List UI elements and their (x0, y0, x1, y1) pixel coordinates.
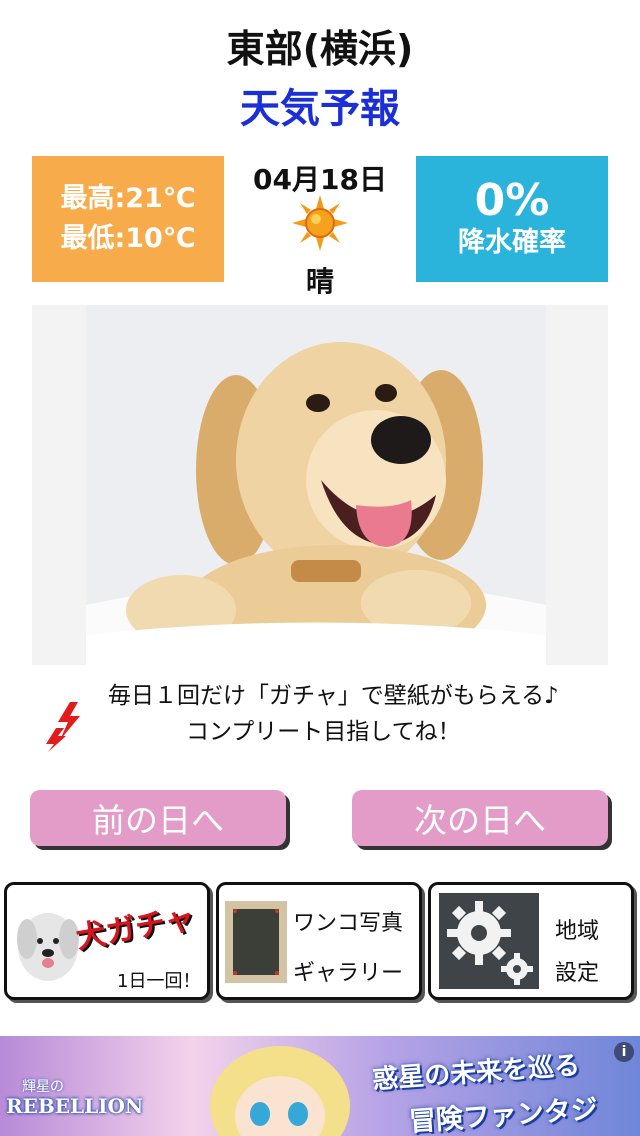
precip-value: 0% (474, 175, 550, 226)
sun-icon (292, 195, 348, 251)
forecast-date: 04月18日 (253, 163, 387, 196)
region-title: 東部(横浜) (226, 27, 414, 71)
gallery-label-line1: ワンコ写真 (293, 911, 404, 936)
temperature-box: 最高:21℃ 最低:10℃ (32, 156, 224, 282)
gacha-subtitle: 1日一回！ (117, 971, 201, 992)
region-label-line1: 地域 (555, 919, 600, 944)
weather-condition: 晴 (305, 265, 334, 298)
next-day-button[interactable]: 次の日へ (352, 790, 608, 846)
ad-logo-prefix: 輝星の (22, 1079, 64, 1095)
gear-icon (439, 893, 539, 989)
dog-gacha-button[interactable]: 犬ガチャ 1日一回！ (4, 882, 210, 1000)
low-temp: 最低:10℃ (60, 223, 196, 254)
high-temp: 最高:21℃ (60, 183, 196, 214)
precipitation-box: 0% 降水確率 (416, 156, 608, 282)
ad-tagline-1: 惑星の未来を巡る (371, 1050, 581, 1096)
lightning-icon (46, 702, 80, 752)
gallery-label-line2: ギャラリー (293, 961, 404, 986)
ad-info-icon[interactable]: i (614, 1042, 634, 1062)
page-subtitle: 天気予報 (240, 86, 400, 132)
region-settings-button[interactable]: 地域 設定 (428, 882, 634, 1000)
ad-banner[interactable]: 輝星の REBELLION 惑星の未来を巡る 冒険ファンタジー！ i (0, 1036, 640, 1136)
ad-logo: REBELLION (6, 1094, 144, 1118)
puppy-wallpaper (86, 305, 546, 665)
gacha-info-line1: 毎日１回だけ「ガチャ」で壁紙がもらえる♪ (108, 683, 559, 709)
photo-gallery-button[interactable]: ワンコ写真 ギャラリー (216, 882, 422, 1000)
corkboard-icon (225, 901, 287, 983)
ad-tagline-2: 冒険ファンタジー！ (408, 1093, 599, 1136)
previous-day-button[interactable]: 前の日へ (30, 790, 286, 846)
anime-character-art (210, 1046, 350, 1136)
gacha-title: 犬ガチャ (73, 900, 198, 957)
region-label-line2: 設定 (555, 961, 600, 986)
gacha-info-line2: コンプリート目指してね！ (186, 719, 461, 745)
precip-label: 降水確率 (458, 227, 566, 258)
puppy-image (86, 305, 546, 665)
